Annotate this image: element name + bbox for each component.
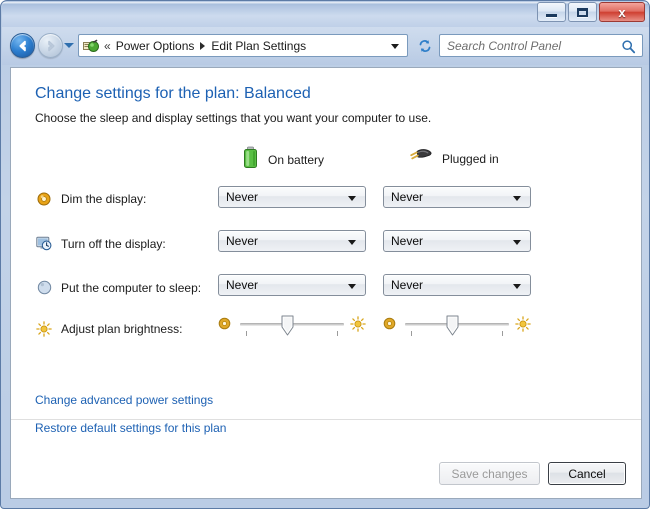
power-plug-icon: [407, 146, 433, 171]
search-icon: [621, 39, 636, 59]
recent-pages-dropdown-icon[interactable]: [64, 43, 74, 48]
slider-tick: [502, 331, 503, 336]
sleep-moon-icon: [35, 280, 53, 295]
setting-label-dim-the-display-text: Dim the display:: [61, 192, 147, 206]
caption-button-group: x: [535, 2, 645, 23]
power-options-icon: [83, 38, 99, 54]
column-header-plugged-in: Plugged in: [407, 146, 499, 171]
combo-turn-off-the-display-plugged-in[interactable]: Never: [383, 230, 531, 252]
link-change-advanced-power-settings[interactable]: Change advanced power settings: [35, 393, 213, 407]
setting-label-dim-the-display: Dim the display:: [35, 192, 146, 206]
address-bar[interactable]: « Power Options Edit Plan Settings: [78, 34, 408, 57]
column-header-plugged-in-label: Plugged in: [442, 151, 499, 166]
chevron-down-icon: [513, 196, 521, 201]
combo-value: Never: [226, 278, 259, 292]
battery-icon: [242, 146, 259, 173]
breadcrumb-separator-icon[interactable]: [200, 41, 206, 50]
brightness-slider-plugged-in[interactable]: [383, 313, 531, 343]
breadcrumb-item-power-options[interactable]: Power Options: [115, 39, 196, 53]
maximize-icon: [577, 7, 588, 17]
link-restore-default-settings-for-this-plan[interactable]: Restore default settings for this plan: [35, 421, 226, 435]
combo-put-the-computer-to-sleep-on-battery[interactable]: Never: [218, 274, 366, 296]
slider-thumb[interactable]: [281, 315, 294, 336]
setting-label-turn-off-the-display: Turn off the display:: [35, 236, 166, 251]
bright-sun-icon: [350, 316, 366, 337]
slider-tick: [411, 331, 412, 336]
content-pane: Change settings for the plan: Balanced C…: [10, 67, 642, 499]
maximize-button[interactable]: [568, 2, 597, 22]
save-changes-button[interactable]: Save changes: [439, 462, 540, 485]
forward-button[interactable]: [38, 33, 63, 58]
combo-value: Never: [391, 190, 424, 204]
breadcrumb-overflow-chevrons[interactable]: «: [104, 39, 111, 53]
power-options-window: x « Power Options Edit Plan Settings Sea…: [0, 0, 650, 509]
minimize-button[interactable]: [537, 2, 566, 22]
back-button[interactable]: [10, 33, 35, 58]
button-bar-separator: [11, 419, 641, 420]
search-input[interactable]: Search Control Panel: [447, 39, 561, 53]
address-dropdown-icon[interactable]: [391, 44, 399, 49]
setting-label-adjust-plan-brightness: Adjust plan brightness:: [35, 321, 182, 337]
cancel-button[interactable]: Cancel: [548, 462, 626, 485]
forward-arrow-icon: [47, 40, 55, 51]
chevron-down-icon: [348, 284, 356, 289]
column-header-on-battery-label: On battery: [268, 152, 325, 167]
setting-label-put-the-computer-to-sleep: Put the computer to sleep:: [35, 280, 201, 295]
refresh-button[interactable]: [414, 34, 436, 57]
combo-dim-the-display-plugged-in[interactable]: Never: [383, 186, 531, 208]
bright-sun-icon: [515, 316, 531, 337]
page-subtitle: Choose the sleep and display settings th…: [35, 111, 432, 125]
chevron-down-icon: [513, 240, 521, 245]
close-button[interactable]: x: [599, 2, 645, 22]
back-arrow-icon: [18, 40, 26, 51]
setting-label-adjust-plan-brightness-text: Adjust plan brightness:: [61, 322, 183, 336]
combo-put-the-computer-to-sleep-plugged-in[interactable]: Never: [383, 274, 531, 296]
slider-thumb[interactable]: [446, 315, 459, 336]
brightness-sun-icon: [35, 321, 53, 337]
brightness-slider-on-battery[interactable]: [218, 313, 366, 343]
combo-dim-the-display-on-battery[interactable]: Never: [218, 186, 366, 208]
combo-value: Never: [391, 278, 424, 292]
breadcrumb-item-edit-plan-settings[interactable]: Edit Plan Settings: [210, 39, 307, 53]
chevron-down-icon: [348, 240, 356, 245]
combo-value: Never: [226, 234, 259, 248]
navigation-toolbar: « Power Options Edit Plan Settings Searc…: [2, 27, 649, 65]
setting-label-turn-off-the-display-text: Turn off the display:: [61, 236, 166, 251]
refresh-icon: [419, 39, 431, 52]
page-title: Change settings for the plan: Balanced: [35, 85, 311, 102]
setting-label-put-the-computer-to-sleep-text: Put the computer to sleep:: [61, 280, 202, 295]
search-box[interactable]: Search Control Panel: [439, 34, 643, 57]
slider-tick: [246, 331, 247, 336]
chevron-down-icon: [348, 196, 356, 201]
minimize-icon: [546, 13, 557, 17]
slider-tick: [337, 331, 338, 336]
turn-off-display-icon: [35, 236, 53, 251]
chevron-down-icon: [513, 284, 521, 289]
combo-value: Never: [391, 234, 424, 248]
column-header-on-battery: On battery: [242, 146, 324, 173]
dim-sun-icon: [218, 317, 231, 335]
dim-display-icon: [35, 192, 53, 206]
combo-value: Never: [226, 190, 259, 204]
combo-turn-off-the-display-on-battery[interactable]: Never: [218, 230, 366, 252]
dim-sun-icon: [383, 317, 396, 335]
close-icon: x: [618, 4, 626, 20]
